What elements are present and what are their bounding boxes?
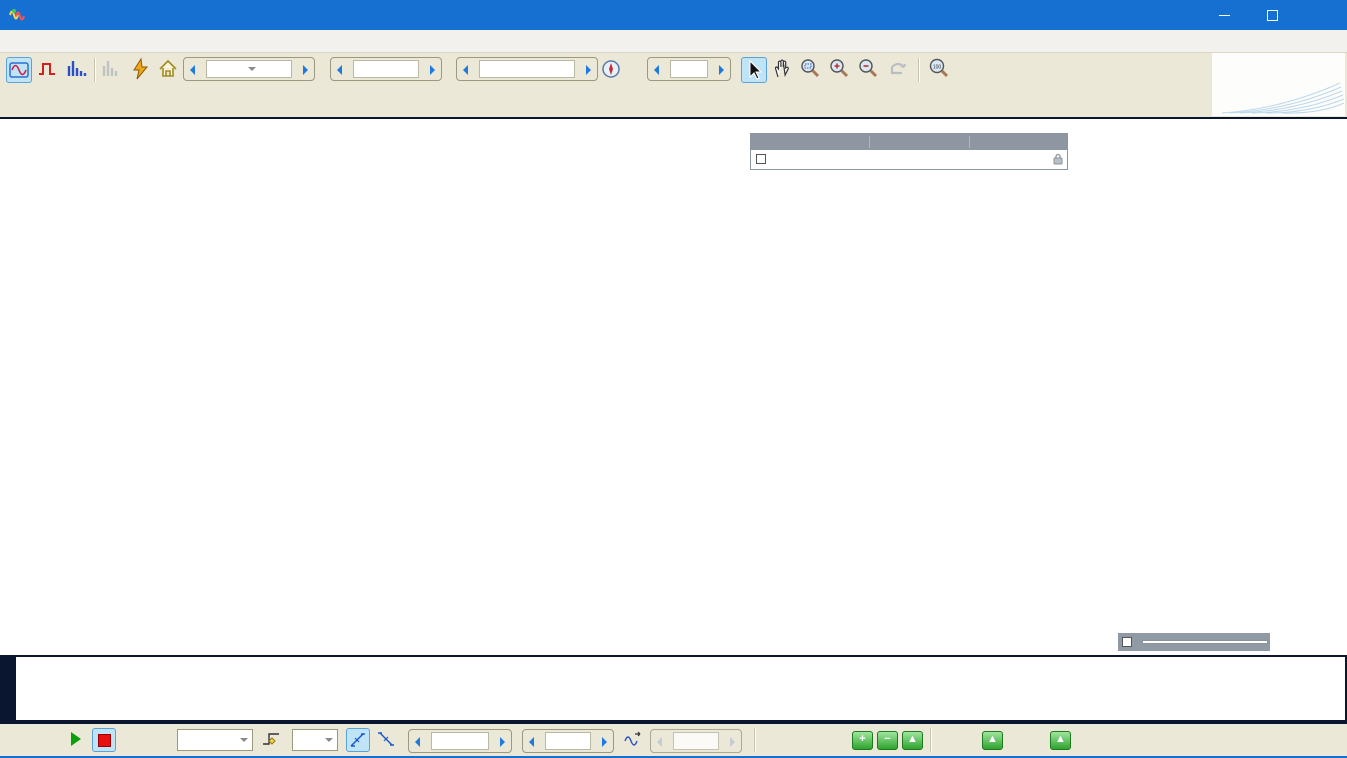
frequency-checkbox[interactable] bbox=[1122, 637, 1132, 647]
ruler-legend-checkbox[interactable] bbox=[756, 154, 766, 164]
logo-panel bbox=[1212, 53, 1345, 116]
logo-swoosh bbox=[1212, 79, 1345, 115]
frequency-legend[interactable] bbox=[1118, 633, 1270, 651]
lock-icon[interactable] bbox=[1053, 153, 1063, 165]
frequency-value bbox=[1142, 640, 1268, 644]
ruler-legend[interactable] bbox=[750, 133, 1068, 170]
ruler-legend-header bbox=[751, 134, 1067, 150]
picoscope-window: 100 bbox=[0, 0, 1347, 758]
ruler-legend-values bbox=[751, 150, 1067, 169]
